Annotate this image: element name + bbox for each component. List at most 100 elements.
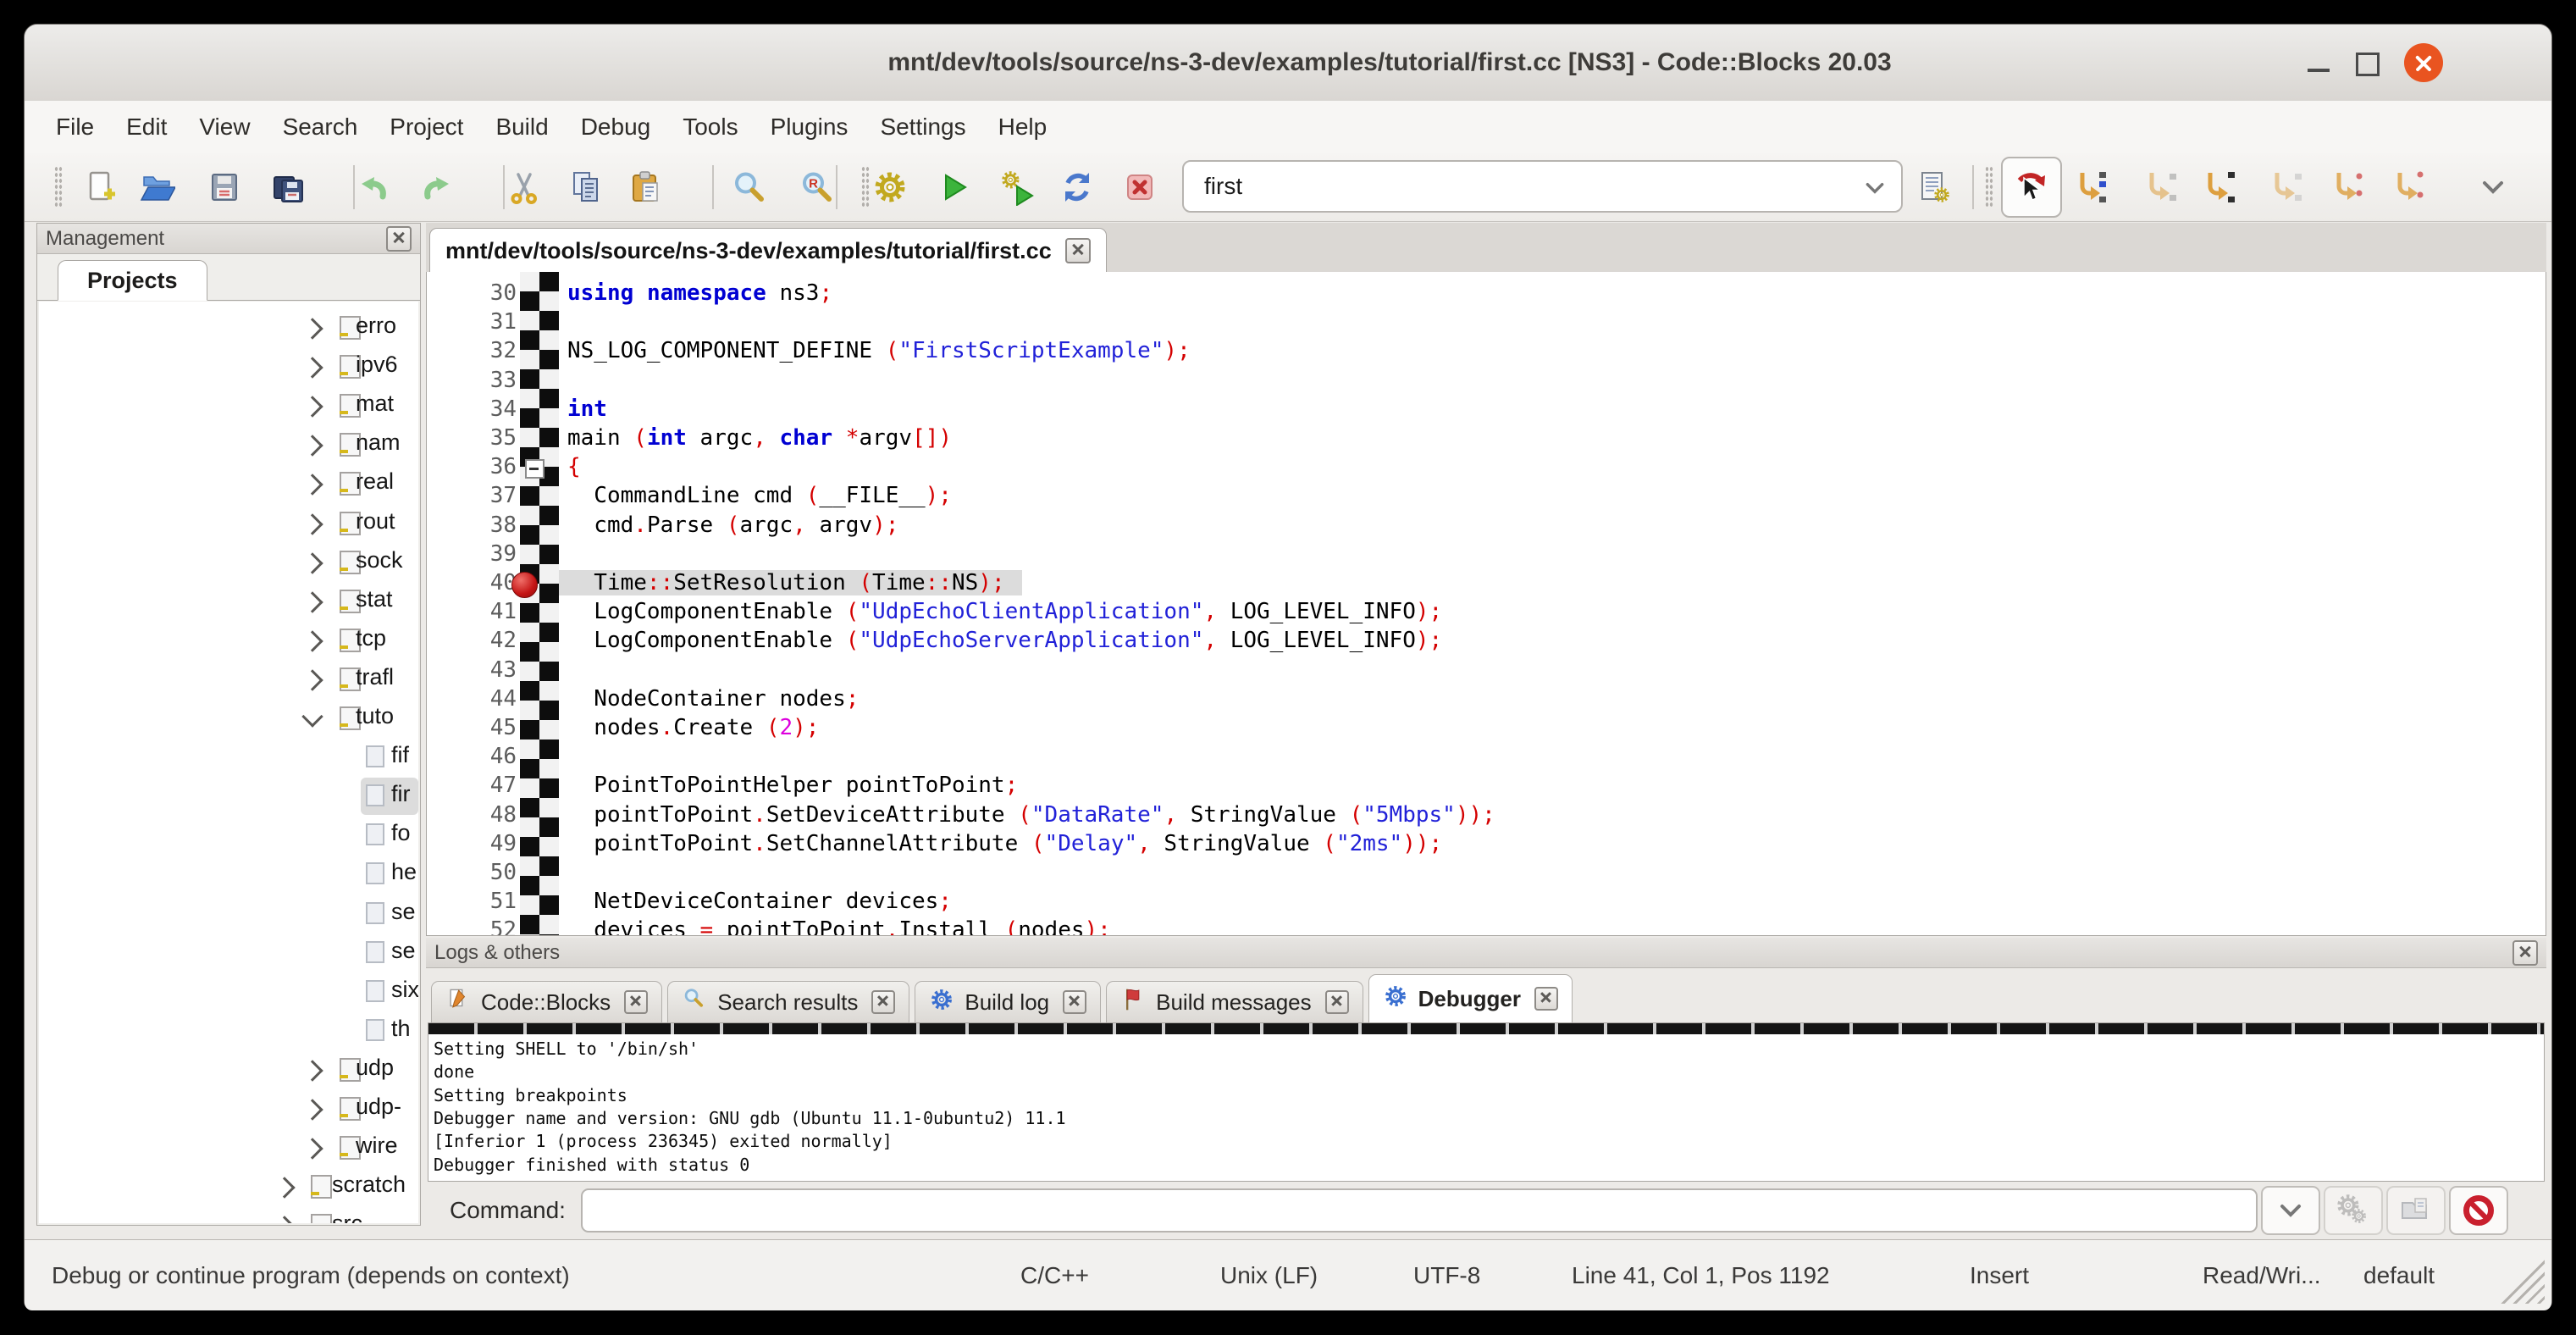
cut-icon[interactable] — [500, 163, 548, 211]
minimize-button[interactable] — [2299, 43, 2338, 82]
line-number[interactable]: 50 — [427, 860, 517, 885]
line-number[interactable]: 46 — [427, 744, 517, 769]
line-number[interactable]: 43 — [427, 657, 517, 683]
tree-item-six[interactable]: six — [39, 972, 418, 1011]
menu-build[interactable]: Build — [479, 114, 564, 141]
paste-icon[interactable] — [622, 163, 669, 211]
chevron-right-icon[interactable] — [301, 318, 323, 339]
tree-item-tuto[interactable]: tuto — [39, 699, 418, 738]
chevron-right-icon[interactable] — [301, 552, 323, 573]
line-number[interactable]: 33 — [427, 368, 517, 393]
chevron-right-icon[interactable] — [301, 474, 323, 496]
menu-plugins[interactable]: Plugins — [755, 114, 865, 141]
build-options-icon[interactable] — [1910, 163, 1958, 211]
tree-item-ipv6[interactable]: ipv6 — [39, 347, 418, 386]
copy-icon[interactable] — [562, 163, 610, 211]
line-number[interactable]: 48 — [427, 802, 517, 828]
tree-item-tcp[interactable]: tcp — [39, 621, 418, 660]
toolbar-overflow-icon[interactable] — [2469, 163, 2517, 211]
tree-item-fo[interactable]: fo — [39, 816, 418, 855]
save-all-icon[interactable] — [265, 163, 312, 211]
line-number[interactable]: 39 — [427, 541, 517, 567]
tree-item-src[interactable]: src — [39, 1206, 418, 1223]
code-area[interactable]: 30using namespace ns3;3132NS_LOG_COMPONE… — [426, 272, 2546, 936]
logs-tab-close-icon[interactable] — [1063, 990, 1086, 1014]
resize-grip[interactable] — [2501, 1260, 2545, 1304]
menu-file[interactable]: File — [40, 114, 110, 141]
tree-item-erro[interactable]: erro — [39, 308, 418, 347]
tree-item-scratch[interactable]: scratch — [39, 1167, 418, 1206]
save-file-icon[interactable] — [201, 163, 248, 211]
editor-tab[interactable]: mnt/dev/tools/source/ns-3-dev/examples/t… — [429, 228, 1107, 273]
line-number[interactable]: 37 — [427, 483, 517, 508]
tree-item-fir[interactable]: fir — [39, 777, 418, 816]
line-number[interactable]: 34 — [427, 396, 517, 422]
tree-item-wire[interactable]: wire — [39, 1128, 418, 1167]
line-number[interactable]: 30 — [427, 280, 517, 306]
debug-settings-icon[interactable] — [2324, 1186, 2383, 1235]
find-and-replace-icon[interactable]: R — [793, 163, 840, 211]
undo-icon[interactable] — [349, 163, 396, 211]
tree-item-se[interactable]: se — [39, 933, 418, 972]
tree-item-udp[interactable]: udp- — [39, 1089, 418, 1128]
close-button[interactable] — [2404, 43, 2443, 82]
chevron-down-icon[interactable] — [301, 706, 323, 727]
debugger-command-input[interactable] — [581, 1188, 2258, 1233]
build-and-run-icon[interactable] — [994, 163, 1042, 211]
menu-view[interactable]: View — [183, 114, 266, 141]
tree-item-sock[interactable]: sock — [39, 543, 418, 582]
redo-icon[interactable] — [414, 163, 462, 211]
open-file-icon[interactable] — [133, 163, 180, 211]
chevron-right-icon[interactable] — [301, 513, 323, 535]
project-tree[interactable]: erroipv6matnamrealroutsockstattcptrafltu… — [39, 302, 418, 1223]
line-number[interactable]: 47 — [427, 773, 517, 798]
logs-tab-close-icon[interactable] — [624, 990, 648, 1014]
line-number[interactable]: 36 — [427, 454, 517, 479]
logs-tab-close-icon[interactable] — [871, 990, 895, 1014]
tree-item-se[interactable]: se — [39, 895, 418, 933]
step-out-icon[interactable] — [2261, 163, 2308, 211]
toolbar-grip[interactable] — [1985, 166, 1993, 208]
tree-item-real[interactable]: real — [39, 464, 418, 503]
menu-project[interactable]: Project — [373, 114, 479, 141]
build-target-select[interactable]: first — [1182, 160, 1903, 213]
find-icon[interactable] — [725, 163, 772, 211]
logs-tab-search-results[interactable]: Search results — [667, 981, 909, 1022]
logs-tab-build-messages[interactable]: Build messages — [1106, 981, 1363, 1022]
management-close-icon[interactable] — [386, 226, 412, 252]
line-number[interactable]: 40 — [427, 570, 517, 595]
breakpoint-marker[interactable] — [511, 572, 538, 598]
chevron-right-icon[interactable] — [301, 669, 323, 690]
line-number[interactable]: 44 — [427, 686, 517, 712]
run-icon[interactable] — [929, 163, 976, 211]
chevron-right-icon[interactable] — [301, 630, 323, 651]
menu-debug[interactable]: Debug — [565, 114, 667, 141]
tab-projects[interactable]: Projects — [58, 260, 207, 301]
maximize-button[interactable] — [2347, 43, 2385, 82]
logs-tab-debugger[interactable]: Debugger — [1368, 974, 1573, 1022]
tree-item-trafl[interactable]: trafl — [39, 660, 418, 699]
tree-item-nam[interactable]: nam — [39, 425, 418, 464]
line-number[interactable]: 51 — [427, 889, 517, 914]
chevron-right-icon[interactable] — [301, 435, 323, 457]
line-number[interactable]: 45 — [427, 715, 517, 740]
chevron-right-icon[interactable] — [301, 1138, 323, 1159]
editor-tab-close-icon[interactable] — [1065, 238, 1091, 263]
menu-edit[interactable]: Edit — [110, 114, 183, 141]
logs-tab-build-log[interactable]: Build log — [915, 981, 1101, 1022]
step-into-icon[interactable] — [2194, 163, 2242, 211]
step-into-instruction-icon[interactable] — [2384, 163, 2431, 211]
next-instruction-icon[interactable] — [2323, 163, 2370, 211]
command-history-dropdown-icon[interactable] — [2261, 1186, 2320, 1235]
debug-continue-button[interactable] — [2001, 157, 2062, 218]
tree-item-fif[interactable]: fif — [39, 738, 418, 777]
tree-item-mat[interactable]: mat — [39, 386, 418, 425]
chevron-right-icon[interactable] — [301, 1060, 323, 1081]
toolbar-grip[interactable] — [54, 166, 63, 208]
tree-item-rout[interactable]: rout — [39, 504, 418, 543]
chevron-right-icon[interactable] — [301, 357, 323, 378]
menu-search[interactable]: Search — [267, 114, 374, 141]
next-line-icon[interactable] — [2136, 163, 2183, 211]
line-number[interactable]: 31 — [427, 309, 517, 335]
tree-item-stat[interactable]: stat — [39, 582, 418, 621]
